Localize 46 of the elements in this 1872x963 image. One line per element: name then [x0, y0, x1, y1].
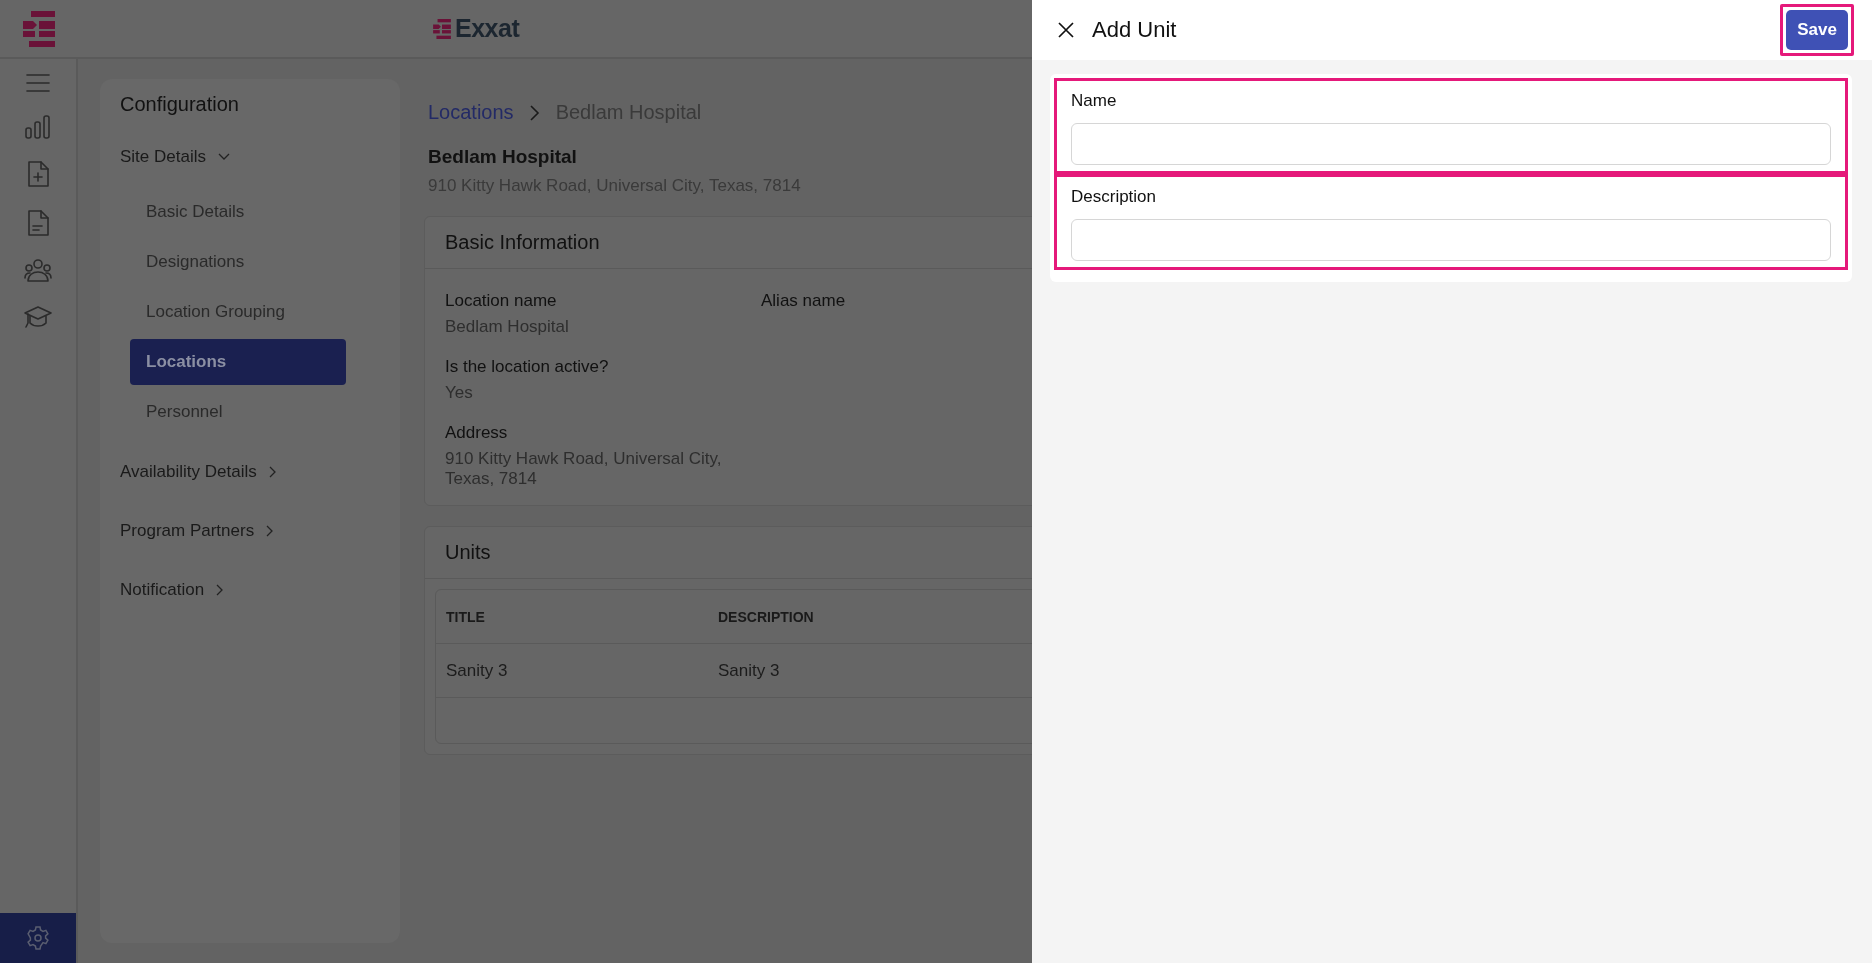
- nav-item[interactable]: Locations: [130, 339, 346, 385]
- breadcrumb-link[interactable]: Locations: [428, 101, 514, 124]
- chevron-right-icon: [529, 104, 540, 121]
- input-field[interactable]: [1071, 219, 1831, 261]
- nav-item[interactable]: Basic Details: [130, 189, 346, 235]
- nav-section[interactable]: Site Details: [120, 142, 230, 172]
- chevron-right-icon: [268, 466, 277, 478]
- column-header: DESCRIPTION: [717, 608, 815, 625]
- field-label: Location name: [445, 291, 558, 311]
- logo-icon: [23, 10, 55, 47]
- field-value: 910 Kitty Hawk Road, Universal City, Texas, 7814: [445, 449, 723, 489]
- nav-item[interactable]: Designations: [130, 239, 346, 285]
- field-label: Alias name: [761, 291, 847, 311]
- field-label: Address: [445, 423, 509, 443]
- bar-chart-icon[interactable]: [25, 115, 51, 139]
- nav-section[interactable]: Availability Details: [120, 457, 277, 487]
- settings-icon: [26, 926, 50, 950]
- nav-item[interactable]: Personnel: [130, 389, 346, 435]
- field-label: Description: [1071, 187, 1158, 207]
- nav-section[interactable]: Program Partners: [120, 516, 275, 546]
- graduation-cap-icon[interactable]: [24, 305, 52, 329]
- field-label: Name: [1071, 91, 1118, 111]
- document-icon[interactable]: [27, 210, 49, 237]
- panel-title: Configuration: [120, 93, 240, 116]
- menu-icon[interactable]: [26, 73, 50, 93]
- table-cell-text: Sanity 3: [445, 660, 509, 681]
- chevron-right-icon: [216, 584, 225, 596]
- brand-name: Exxat: [455, 14, 520, 43]
- field-value: Yes: [445, 383, 474, 403]
- save-button[interactable]: Save: [1786, 10, 1848, 50]
- input-field[interactable]: [1071, 123, 1831, 165]
- drawer-title: Add Unit: [1092, 17, 1178, 43]
- group-icon[interactable]: [24, 259, 52, 283]
- nav-section[interactable]: Notification: [120, 575, 225, 605]
- location-title: Bedlam Hospital: [428, 146, 578, 168]
- settings-button[interactable]: [0, 913, 76, 963]
- table-cell-text: Sanity 3: [717, 660, 781, 681]
- chevron-right-icon: [266, 525, 275, 537]
- nav-item[interactable]: Location Grouping: [130, 289, 346, 335]
- close-icon[interactable]: [1058, 22, 1074, 38]
- chevron-down-icon: [218, 153, 230, 161]
- field-label: Is the location active?: [445, 357, 610, 377]
- logo-icon: [433, 18, 451, 39]
- column-header: TITLE: [445, 608, 486, 625]
- field-value: Bedlam Hospital: [445, 317, 570, 337]
- file-plus-icon[interactable]: [27, 161, 49, 188]
